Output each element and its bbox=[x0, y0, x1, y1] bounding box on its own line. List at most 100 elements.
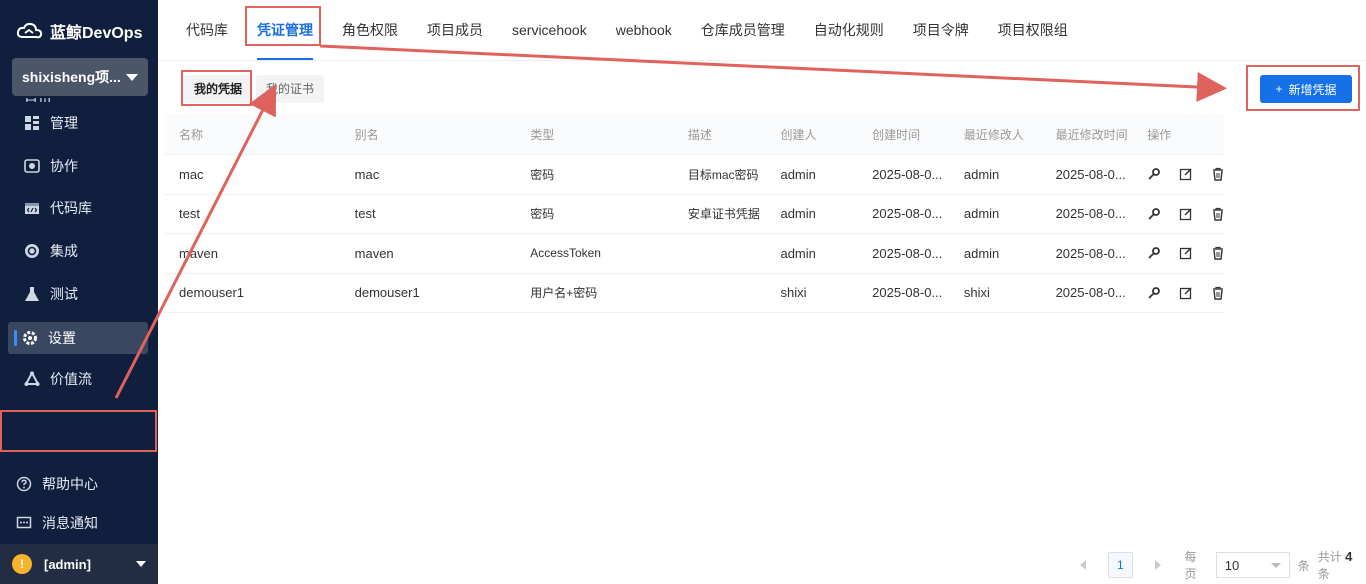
cloud-logo-icon bbox=[16, 22, 43, 39]
user-name: [admin] bbox=[44, 556, 91, 572]
trash-icon[interactable] bbox=[1211, 286, 1224, 300]
cell-description: 安卓证书凭据 bbox=[687, 207, 760, 222]
tab-credentials[interactable]: 凭证管理 bbox=[257, 0, 313, 60]
sidebar-item-code[interactable]: 代码库 bbox=[0, 187, 158, 230]
sidebar-item-integration[interactable]: 集成 bbox=[0, 230, 158, 273]
cell-modifier: admin bbox=[963, 206, 1000, 222]
sidebar-item-label: 价值流 bbox=[50, 370, 92, 387]
header-name: 名称 bbox=[179, 127, 204, 142]
cell-creator: admin bbox=[780, 206, 816, 222]
tab-webhook[interactable]: webhook bbox=[616, 0, 672, 60]
prev-page-icon[interactable] bbox=[1080, 560, 1086, 570]
header-modifier: 最近修改人 bbox=[963, 127, 1024, 142]
per-page-label: 每页 bbox=[1184, 550, 1197, 581]
sidebar-item-home-label: 首页 bbox=[24, 98, 52, 102]
project-name: shixisheng项... bbox=[22, 69, 121, 85]
tab-servicehook[interactable]: servicehook bbox=[512, 0, 587, 60]
page-size-select[interactable]: 10 bbox=[1215, 552, 1290, 578]
cell-actions bbox=[1132, 246, 1224, 260]
sidebar-item-settings[interactable]: 设置 bbox=[8, 322, 148, 354]
sidebar-item-label: 集成 bbox=[50, 243, 78, 260]
plus-icon: + bbox=[1275, 82, 1283, 96]
table-row: mac mac 密码 目标mac密码 admin 2025-08-0... ad… bbox=[164, 155, 1224, 195]
tab-project-tokens[interactable]: 项目令牌 bbox=[913, 0, 969, 60]
help-center-link[interactable]: 帮助中心 bbox=[0, 464, 158, 503]
cell-creator: admin bbox=[780, 245, 816, 261]
edit-icon[interactable] bbox=[1179, 167, 1193, 181]
cell-type: AccessToken bbox=[530, 246, 601, 261]
cell-actions bbox=[1132, 286, 1224, 300]
header-alias: 别名 bbox=[354, 127, 379, 142]
subtab-my-certificates[interactable]: 我的证书 bbox=[256, 75, 325, 103]
sidebar-item-value-stream[interactable]: 价值流 bbox=[0, 358, 158, 401]
sidebar-item-collaborate[interactable]: 协作 bbox=[0, 145, 158, 188]
project-selector[interactable]: shixisheng项... bbox=[12, 58, 148, 96]
brand[interactable]: 蓝鲸DevOps bbox=[16, 18, 142, 44]
grid-icon bbox=[24, 115, 40, 131]
tab-members[interactable]: 项目成员 bbox=[427, 0, 483, 60]
cell-type: 密码 bbox=[530, 207, 555, 222]
help-center-label: 帮助中心 bbox=[42, 475, 98, 492]
key-icon[interactable] bbox=[1147, 207, 1161, 221]
messages-label: 消息通知 bbox=[42, 514, 98, 531]
key-icon[interactable] bbox=[1147, 246, 1161, 260]
value-stream-icon bbox=[24, 370, 40, 387]
cell-modified-at: 2025-08-0... bbox=[1055, 245, 1126, 261]
active-indicator bbox=[14, 330, 17, 346]
cell-modified-at: 2025-08-0... bbox=[1055, 206, 1126, 222]
key-icon[interactable] bbox=[1147, 286, 1161, 300]
trash-icon[interactable] bbox=[1211, 246, 1224, 260]
cell-modifier: admin bbox=[963, 166, 1000, 182]
sidebar-item-test[interactable]: 测试 bbox=[0, 272, 158, 315]
sidebar-item-manage[interactable]: 管理 bbox=[0, 102, 158, 145]
tab-permission-groups[interactable]: 项目权限组 bbox=[998, 0, 1068, 60]
cell-modified-at: 2025-08-0... bbox=[1055, 166, 1126, 182]
message-icon bbox=[16, 515, 32, 531]
cell-alias: test bbox=[354, 206, 376, 222]
cell-created-at: 2025-08-0... bbox=[872, 206, 943, 222]
credentials-table: 名称 别名 类型 描述 创建人 创建时间 最近修改人 最近修改时间 操作 mac… bbox=[164, 114, 1224, 313]
avatar: ! bbox=[12, 554, 32, 574]
cell-modified-at: 2025-08-0... bbox=[1055, 285, 1126, 301]
header-modified-at: 最近修改时间 bbox=[1055, 127, 1128, 142]
tab-roles[interactable]: 角色权限 bbox=[342, 0, 398, 60]
cell-name: maven bbox=[179, 245, 219, 261]
chevron-down-icon bbox=[1270, 562, 1281, 568]
trash-icon[interactable] bbox=[1211, 167, 1224, 181]
table-row: maven maven AccessToken admin 2025-08-0.… bbox=[164, 234, 1224, 274]
edit-icon[interactable] bbox=[1179, 207, 1193, 221]
chevron-down-icon bbox=[126, 73, 138, 81]
sidebar-item-label: 管理 bbox=[50, 115, 78, 132]
table-row: test test 密码 安卓证书凭据 admin 2025-08-0... a… bbox=[164, 195, 1224, 234]
total-count: 4 bbox=[1345, 549, 1353, 564]
edit-icon[interactable] bbox=[1179, 246, 1193, 260]
user-menu[interactable]: ! [admin] bbox=[0, 544, 158, 584]
question-icon bbox=[16, 476, 32, 492]
trash-icon[interactable] bbox=[1211, 207, 1224, 221]
header-creator: 创建人 bbox=[780, 127, 817, 142]
tab-code-repo[interactable]: 代码库 bbox=[186, 0, 228, 60]
sidebar-item-label: 协作 bbox=[50, 157, 78, 174]
collaborate-icon bbox=[24, 158, 40, 174]
cell-type: 用户名+密码 bbox=[530, 286, 598, 301]
key-icon[interactable] bbox=[1147, 167, 1161, 181]
tab-automation[interactable]: 自动化规则 bbox=[814, 0, 884, 60]
add-credential-button[interactable]: + 新增凭据 bbox=[1260, 75, 1352, 103]
page-1-button[interactable]: 1 bbox=[1107, 552, 1133, 578]
sidebar-menu: 首页 管理 协作 代码库 集成 bbox=[0, 98, 158, 400]
total-suffix: 条 bbox=[1317, 567, 1330, 581]
gear-icon bbox=[22, 330, 38, 346]
sidebar-item-label: 代码库 bbox=[50, 200, 92, 217]
tab-repo-members[interactable]: 仓库成员管理 bbox=[701, 0, 785, 60]
header-created-at: 创建时间 bbox=[872, 127, 921, 142]
cell-description: 目标mac密码 bbox=[687, 167, 759, 182]
cell-creator: shixi bbox=[780, 285, 807, 301]
messages-link[interactable]: 消息通知 bbox=[0, 503, 158, 542]
next-page-icon[interactable] bbox=[1154, 560, 1161, 570]
header-type: 类型 bbox=[530, 127, 555, 142]
total-label: 共计 4 条 bbox=[1318, 548, 1366, 582]
code-icon bbox=[24, 200, 40, 216]
sidebar-item-label: 测试 bbox=[50, 285, 78, 302]
subtab-my-credentials[interactable]: 我的凭据 bbox=[184, 75, 253, 103]
edit-icon[interactable] bbox=[1179, 286, 1193, 300]
